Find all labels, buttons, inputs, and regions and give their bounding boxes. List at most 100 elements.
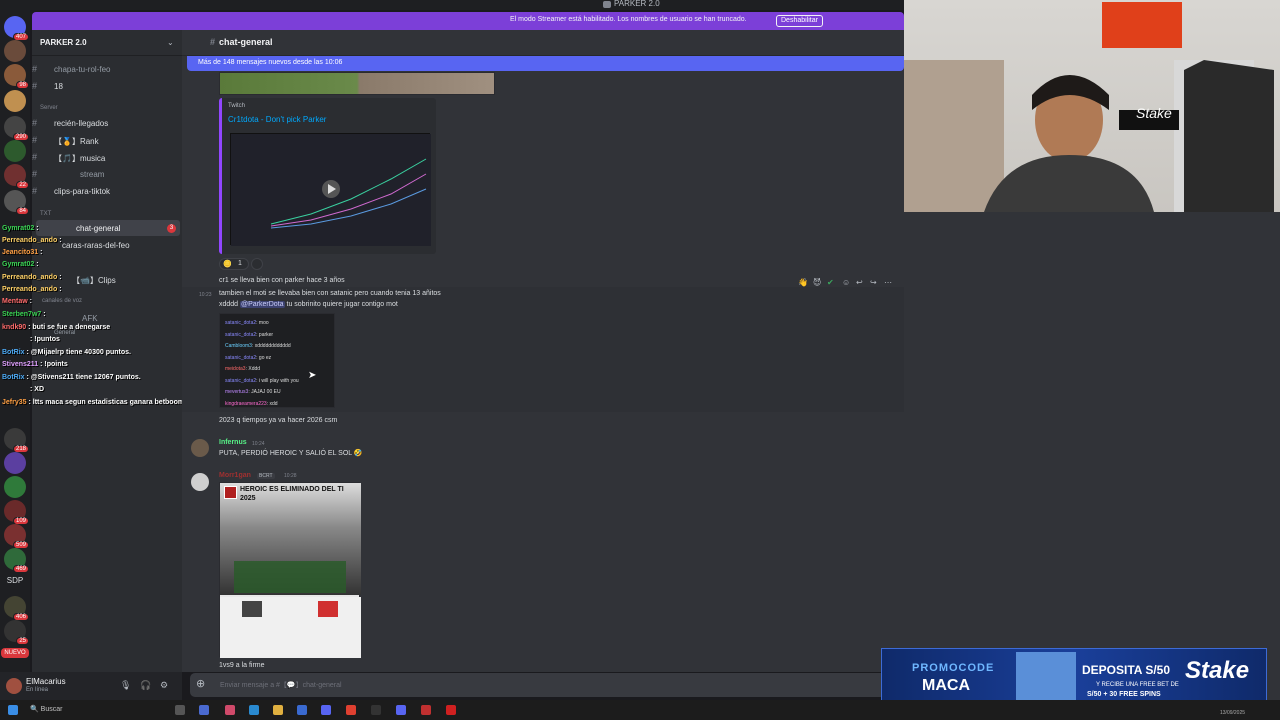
discord-icon[interactable] xyxy=(396,705,406,715)
message-text: PUTA, PERDIÓ HEROIC Y SALIÓ EL SOL 🤣 xyxy=(219,450,363,457)
message-toolbar: 👋 😈 ✔ ☺ ↩ ↪ ⋯ xyxy=(798,278,900,292)
chat-screenshot[interactable]: satanic_dota2: moo satanic_dota2: parker… xyxy=(219,313,335,408)
app-icon[interactable] xyxy=(199,705,209,715)
ad-promocode-label: PROMOCODE xyxy=(912,662,995,674)
message-input[interactable]: ⊕ Enviar mensaje a #【💬】chat-general xyxy=(190,673,896,697)
app-icon[interactable] xyxy=(421,705,431,715)
server-icon[interactable]: 98 xyxy=(4,64,29,89)
microphone-icon[interactable]: 🎙 xyxy=(120,680,131,691)
ad-brand: Stake xyxy=(1185,657,1250,684)
new-messages-bar[interactable]: Más de 148 mensajes nuevos desde las 10:… xyxy=(187,56,904,71)
channel-item[interactable]: # chapa-tu-rol-feo xyxy=(32,61,182,77)
image-attachment[interactable] xyxy=(219,72,495,95)
avatar[interactable] xyxy=(6,678,22,694)
window-title: PARKER 2.0 xyxy=(614,0,660,8)
more-icon[interactable]: ⋯ xyxy=(884,278,892,287)
shot-line: Cambloom3: xdddddddddddd xyxy=(225,343,291,349)
stream-chat-overlay: Gymrat02 : Perreando_ando : Jeancito31 :… xyxy=(0,205,185,415)
chat-line: Jefry35 : ltts maca segun estadisticas g… xyxy=(2,399,185,406)
emoji-icon[interactable]: 😈 xyxy=(813,278,821,287)
app-icon[interactable] xyxy=(446,705,456,715)
forward-icon[interactable]: ↪ xyxy=(870,278,877,287)
message-timestamp: 10:23 xyxy=(199,292,212,298)
news-image[interactable]: HEROIC ES ELIMINADO DEL TI 2025 xyxy=(219,482,361,658)
check-icon[interactable]: ✔ xyxy=(827,278,834,287)
task-view-icon[interactable] xyxy=(175,705,185,715)
steam-icon[interactable] xyxy=(371,705,381,715)
server-sdp-label[interactable]: SDP xyxy=(2,576,28,585)
server-icon[interactable]: 218 xyxy=(4,428,29,453)
video-thumbnail[interactable] xyxy=(230,133,431,246)
chat-line: BotRix : @Mijaelrp tiene 40300 puntos. xyxy=(2,349,131,356)
ad-line2: S/50 + 30 FREE SPINS xyxy=(1087,691,1161,698)
disable-button[interactable]: Deshabilitar xyxy=(776,15,823,27)
edge-icon[interactable] xyxy=(249,705,259,715)
add-reaction-icon[interactable]: ☺ xyxy=(842,278,850,287)
app-icon[interactable] xyxy=(297,705,307,715)
webcam-scene: Stake xyxy=(904,2,1274,212)
server-icon[interactable]: 407 xyxy=(4,16,29,41)
stake-logo-text: Stake xyxy=(1136,105,1172,121)
discord-icon xyxy=(603,1,611,8)
message-text: xdddd @ParkerDota tu sobrinito quiere ju… xyxy=(219,301,398,308)
chat-line: : !puntos xyxy=(30,336,60,343)
server-icon[interactable]: 25 xyxy=(4,620,29,645)
message-timestamp: 10:24 xyxy=(252,441,265,447)
hash-icon: # xyxy=(32,135,38,145)
chat-line: Perreando_ando : xyxy=(2,286,62,293)
message-author[interactable]: Morr1gan xyxy=(219,472,251,479)
input-placeholder: Enviar mensaje a #【💬】chat-general xyxy=(220,682,342,689)
channel-item[interactable]: #18 xyxy=(32,78,182,94)
taskbar-search[interactable]: 🔍 Buscar xyxy=(30,705,62,713)
user-status: En línea xyxy=(26,687,49,693)
chat-line: Stivens211 : !points xyxy=(2,361,68,368)
streamer-mode-banner: El modo Streamer está habilitado. Los no… xyxy=(32,12,904,30)
headphones-icon[interactable]: 🎧 xyxy=(140,680,151,691)
app-icon[interactable] xyxy=(225,705,235,715)
channel-item[interactable]: # 【🎵】musica xyxy=(32,149,182,165)
app-icon[interactable] xyxy=(321,705,331,715)
folder-icon[interactable] xyxy=(273,705,283,715)
embed-provider: Twitch xyxy=(228,103,246,109)
hash-icon: # xyxy=(32,81,38,91)
channel-title: # chat-general xyxy=(210,37,273,47)
reaction-button[interactable]: 🪙 1 xyxy=(219,258,249,270)
message-author[interactable]: Infernus xyxy=(219,439,247,446)
avatar[interactable] xyxy=(191,439,209,457)
shot-line: meidota3: Xddd xyxy=(225,366,261,372)
webcam-overlay: Stake xyxy=(904,0,1280,212)
server-icon[interactable]: 290 xyxy=(4,116,29,141)
server-icon[interactable] xyxy=(4,140,26,162)
server-icon[interactable]: 509 xyxy=(4,524,29,549)
embed-title-link[interactable]: Cr1tdota - Don't pick Parker xyxy=(228,115,326,124)
windows-icon[interactable] xyxy=(8,705,18,715)
reply-icon[interactable]: ↩ xyxy=(856,278,863,287)
emoji-icon[interactable]: 👋 xyxy=(798,278,808,287)
channel-item[interactable]: # stream xyxy=(32,166,182,182)
chat-line: kndk90 : buti se fue a denegarse xyxy=(2,324,111,331)
server-icon[interactable] xyxy=(4,40,26,62)
server-icon[interactable] xyxy=(4,90,26,112)
server-icon[interactable]: 469 xyxy=(4,548,29,573)
server-icon[interactable]: 109 xyxy=(4,500,29,525)
emoji-icon: 🪙 xyxy=(223,261,232,268)
hash-icon: # xyxy=(32,64,38,74)
chrome-icon[interactable] xyxy=(346,705,356,715)
server-icon[interactable]: 406 xyxy=(4,596,29,621)
channel-item[interactable]: # clips-para-tiktok xyxy=(32,183,182,199)
chat-line: : XD xyxy=(30,386,44,393)
gear-icon[interactable]: ⚙ xyxy=(160,680,168,691)
add-reaction-icon[interactable] xyxy=(251,258,263,270)
plus-icon[interactable]: ⊕ xyxy=(196,677,205,690)
avatar[interactable] xyxy=(191,473,209,491)
new-badge: NUEVO xyxy=(1,648,29,658)
category-server[interactable]: Server xyxy=(40,105,58,111)
user-mention[interactable]: @ParkerDota xyxy=(240,301,285,308)
hash-icon: # xyxy=(32,118,38,128)
guild-header[interactable]: PARKER 2.0 ⌄ xyxy=(32,30,182,56)
channel-item[interactable]: # 【🏅】Rank xyxy=(32,132,182,148)
channel-item[interactable]: # recién-llegados xyxy=(32,115,182,131)
server-icon[interactable] xyxy=(4,452,26,474)
server-icon[interactable] xyxy=(4,476,26,498)
server-icon[interactable]: 22 xyxy=(4,164,29,189)
